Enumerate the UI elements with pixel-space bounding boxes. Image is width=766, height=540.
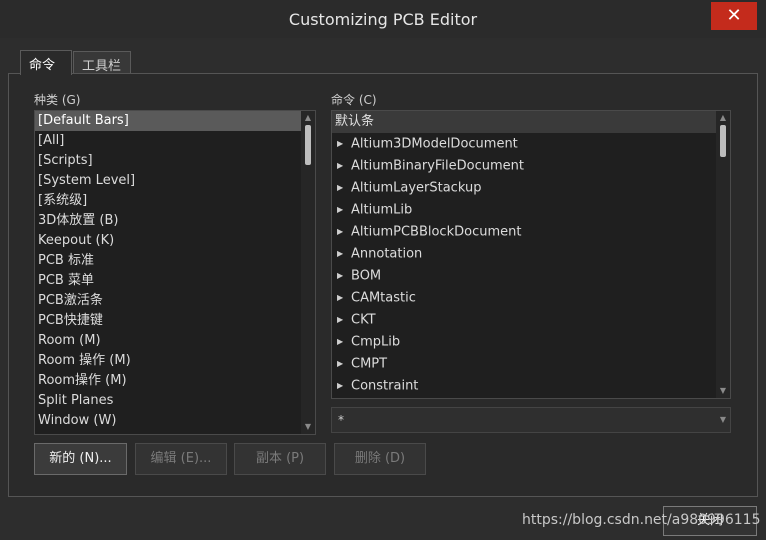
command-item[interactable]: ▶ AltiumBinaryFileDocument	[332, 155, 730, 177]
expand-arrow-icon[interactable]: ▶	[337, 265, 351, 287]
command-item[interactable]: ▶ CMPT	[332, 353, 730, 375]
category-item[interactable]: Room 操作 (M)	[35, 351, 315, 371]
command-item-label: AltiumLayerStackup	[351, 180, 482, 196]
command-item-label: AltiumBinaryFileDocument	[351, 158, 524, 174]
scroll-up-icon[interactable]: ▲	[301, 111, 315, 125]
expand-arrow-icon[interactable]: ▶	[337, 155, 351, 177]
expand-arrow-icon[interactable]: ▶	[337, 243, 351, 265]
category-item[interactable]: Keepout (K)	[35, 231, 315, 251]
category-item[interactable]: [All]	[35, 131, 315, 151]
delete-button[interactable]: 删除 (D)	[334, 443, 426, 475]
command-item-label: CmpLib	[351, 334, 401, 350]
categories-list[interactable]: [Default Bars] [All] [Scripts] [System Leve…	[34, 110, 316, 435]
tab-toolbars[interactable]: 工具栏	[73, 51, 131, 75]
category-item[interactable]: Split Planes	[35, 391, 315, 411]
command-item-label: Altium3DModelDocument	[351, 136, 518, 152]
command-item-label: CAMtastic	[351, 290, 416, 306]
command-item[interactable]: ▶ AltiumLib	[332, 199, 730, 221]
command-item[interactable]: ▶ CmpLib	[332, 331, 730, 353]
command-item-label: BOM	[351, 268, 382, 284]
watermark-text: https://blog.csdn.net/a980996115	[522, 512, 761, 528]
title-bar: Customizing PCB Editor ✕	[0, 0, 766, 38]
command-item[interactable]: ▶ Altium3DModelDocument	[332, 133, 730, 155]
command-item-label: Constraint	[351, 378, 419, 394]
expand-arrow-icon[interactable]: ▶	[337, 309, 351, 331]
expand-arrow-icon[interactable]: ▶	[337, 177, 351, 199]
command-item-label: CKT	[351, 312, 376, 328]
expand-arrow-icon[interactable]: ▶	[337, 199, 351, 221]
scroll-up-icon[interactable]: ▲	[716, 111, 730, 125]
category-item[interactable]: PCB 菜单	[35, 271, 315, 291]
scroll-thumb[interactable]	[305, 125, 311, 165]
command-item-label: AltiumLib	[351, 202, 413, 218]
expand-arrow-icon[interactable]: ▶	[337, 375, 351, 397]
command-filter-combo[interactable]: * ▼	[331, 407, 731, 433]
copy-button[interactable]: 副本 (P)	[234, 443, 326, 475]
category-item[interactable]: PCB快捷键	[35, 311, 315, 331]
category-item[interactable]: Room操作 (M)	[35, 371, 315, 391]
close-window-button[interactable]: ✕	[711, 2, 757, 30]
command-item-label: AltiumPCBBlockDocument	[351, 224, 522, 240]
command-item-label: Annotation	[351, 246, 423, 262]
command-item-label: CMPT	[351, 356, 388, 372]
commands-label: 命令 (C)	[331, 93, 377, 107]
category-item[interactable]: PCB激活条	[35, 291, 315, 311]
categories-label: 种类 (G)	[34, 93, 81, 107]
tab-commands[interactable]: 命令	[20, 50, 72, 75]
command-item[interactable]: ▶ CKT	[332, 309, 730, 331]
category-item[interactable]: 3D体放置 (B)	[35, 211, 315, 231]
category-item[interactable]: [Scripts]	[35, 151, 315, 171]
command-item[interactable]: ▶ BOM	[332, 265, 730, 287]
command-item[interactable]: ▶ AltiumLayerStackup	[332, 177, 730, 199]
scroll-down-icon[interactable]: ▼	[716, 384, 730, 398]
category-item[interactable]: [系统级]	[35, 191, 315, 211]
scroll-thumb[interactable]	[720, 125, 726, 157]
scroll-down-icon[interactable]: ▼	[301, 420, 315, 434]
filter-value: *	[338, 413, 344, 427]
categories-scrollbar[interactable]: ▲ ▼	[301, 111, 315, 434]
expand-arrow-icon[interactable]: ▶	[337, 133, 351, 155]
edit-button[interactable]: 编辑 (E)...	[135, 443, 227, 475]
chevron-down-icon[interactable]: ▼	[720, 408, 726, 432]
command-item[interactable]: ▶ Annotation	[332, 243, 730, 265]
category-item[interactable]: Room (M)	[35, 331, 315, 351]
new-button[interactable]: 新的 (N)...	[34, 443, 127, 475]
window-title: Customizing PCB Editor	[288, 10, 478, 29]
expand-arrow-icon[interactable]: ▶	[337, 221, 351, 243]
expand-arrow-icon[interactable]: ▶	[337, 353, 351, 375]
category-item[interactable]: [Default Bars]	[35, 111, 315, 131]
expand-arrow-icon[interactable]: ▶	[337, 287, 351, 309]
commands-list[interactable]: 默认条 ▶ Altium3DModelDocument ▶ AltiumBinaryF…	[331, 110, 731, 399]
expand-arrow-icon[interactable]: ▶	[337, 331, 351, 353]
commands-group-header[interactable]: 默认条	[332, 111, 730, 133]
category-item[interactable]: [System Level]	[35, 171, 315, 191]
command-item[interactable]: ▶ CAMtastic	[332, 287, 730, 309]
category-item[interactable]: PCB 标准	[35, 251, 315, 271]
commands-scrollbar[interactable]: ▲ ▼	[716, 111, 730, 398]
close-icon[interactable]: ✕	[726, 5, 741, 26]
command-item[interactable]: ▶ Constraint	[332, 375, 730, 397]
category-item[interactable]: Window (W)	[35, 411, 315, 431]
command-item[interactable]: ▶ AltiumPCBBlockDocument	[332, 221, 730, 243]
